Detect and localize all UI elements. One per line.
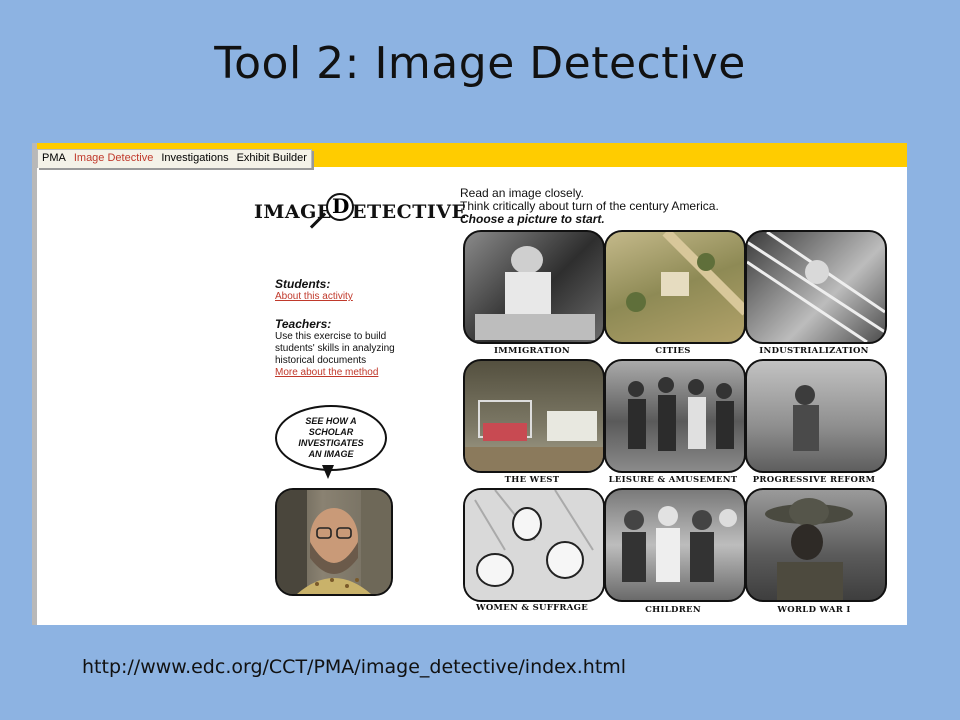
intro-cta: Choose a picture to start. (460, 212, 605, 226)
teachers-heading: Teachers: (275, 317, 332, 331)
caption-immigration: IMMIGRATION (494, 346, 570, 356)
teachers-text-line: students' skills in analyzing (275, 343, 395, 354)
the-west-image[interactable] (463, 359, 605, 473)
caption-cities: CITIES (655, 346, 691, 356)
tab-investigations[interactable]: Investigations (157, 150, 232, 168)
caption-children: CHILDREN (645, 605, 701, 615)
window-border (32, 143, 37, 625)
tab-image-detective[interactable]: Image Detective (70, 150, 157, 168)
leisure-amusement-image[interactable] (604, 359, 746, 473)
logo-word-etective: ETECTIVE (352, 201, 467, 223)
logo-letter-d: D (332, 194, 350, 218)
cities-image[interactable] (604, 230, 746, 344)
speech-bubble-text: See how a scholar investigates an image (298, 416, 364, 459)
speech-bubble[interactable]: See how a scholar investigates an image (275, 405, 387, 471)
teachers-text-line: Use this exercise to build (275, 331, 387, 342)
slide-title: Tool 2: Image Detective (214, 38, 746, 89)
progressive-reform-image[interactable] (745, 359, 887, 473)
immigration-image[interactable] (463, 230, 605, 344)
women-suffrage-image[interactable] (463, 488, 605, 602)
students-heading: Students: (275, 277, 331, 291)
nav-tabs: PMA Image Detective Investigations Exhib… (37, 149, 312, 168)
world-war-i-image[interactable] (745, 488, 887, 602)
website-screenshot: PMA Image Detective Investigations Exhib… (32, 143, 907, 625)
caption-progressive-reform: PROGRESSIVE REFORM (752, 475, 876, 485)
sidebar: Students: About this activity Teachers: … (275, 277, 455, 379)
image-detective-logo: IMAGE D ETECTIVE (252, 191, 466, 237)
source-url[interactable]: http://www.edc.org/CCT/PMA/image_detecti… (82, 656, 626, 678)
about-activity-link[interactable]: About this activity (275, 291, 455, 303)
industrialization-image[interactable] (745, 230, 887, 344)
caption-the-west: THE WEST (504, 475, 560, 485)
scholar-portrait[interactable] (275, 488, 393, 596)
tab-pma[interactable]: PMA (38, 150, 70, 168)
teachers-text-line: historical documents (275, 355, 367, 366)
more-method-link[interactable]: More about the method (275, 367, 455, 379)
caption-leisure-amusement: LEISURE & AMUSEMENT (608, 475, 738, 485)
caption-industrialization: INDUSTRIALIZATION (759, 346, 869, 356)
speech-bubble-tail (322, 465, 334, 479)
caption-women-suffrage: WOMEN & SUFFRAGE (475, 603, 589, 613)
children-image[interactable] (604, 488, 746, 602)
caption-world-war-i: WORLD WAR I (777, 605, 851, 615)
intro-text: Read an image closely. Think critically … (460, 187, 790, 226)
tab-exhibit-builder[interactable]: Exhibit Builder (233, 150, 311, 168)
